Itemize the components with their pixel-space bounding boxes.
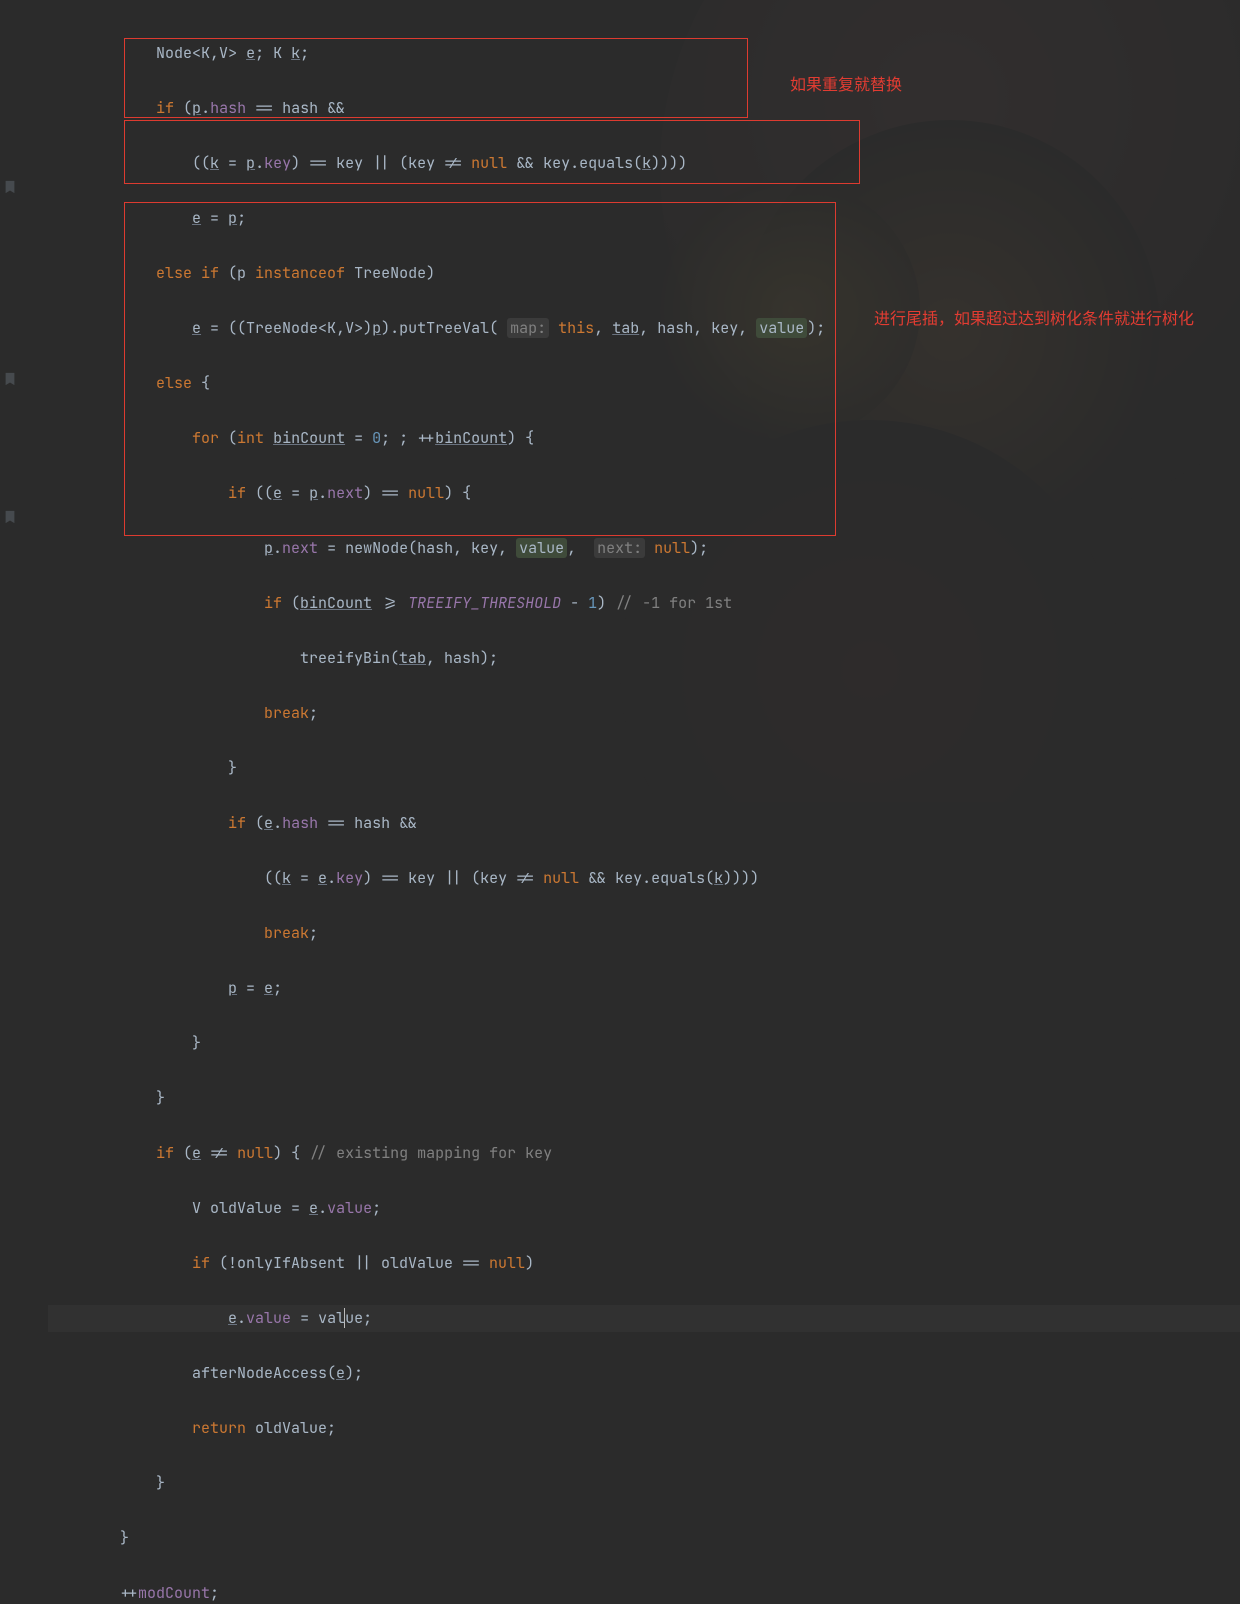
code-line: for (int binCount = 0; ; ++binCount) { (48, 425, 1240, 453)
code-line: ++modCount; (48, 1580, 1240, 1604)
code-line: if (p.hash == hash && (48, 95, 1240, 123)
code-editor[interactable]: Node<K,V> e; K k; if (p.hash == hash && … (0, 0, 1240, 1604)
code-line: if (binCount >= TREEIFY_THRESHOLD - 1) /… (48, 590, 1240, 618)
code-line: } (48, 1030, 1240, 1058)
code-line: if (e.hash == hash && (48, 810, 1240, 838)
code-line: e = p; (48, 205, 1240, 233)
code-line: V oldValue = e.value; (48, 1195, 1240, 1223)
code-line: else { (48, 370, 1240, 398)
code-line: if (!onlyIfAbsent || oldValue == null) (48, 1250, 1240, 1278)
code-line: p.next = newNode(hash, key, value, next:… (48, 535, 1240, 563)
annotation-text-2: 进行尾插，如果超过达到树化条件就进行树化 (874, 306, 1204, 328)
code-line: } (48, 1470, 1240, 1498)
code-line: treeifyBin(tab, hash); (48, 645, 1240, 673)
code-line-caret: e.value = value; (48, 1305, 1240, 1333)
annotation-text-1: 如果重复就替换 (790, 72, 990, 94)
code-line: else if (p instanceof TreeNode) (48, 260, 1240, 288)
code-line: afterNodeAccess(e); (48, 1360, 1240, 1388)
code-line: if ((e = p.next) == null) { (48, 480, 1240, 508)
code-line: break; (48, 920, 1240, 948)
code-line: ((k = p.key) == key || (key != null && k… (48, 150, 1240, 178)
code-line: return oldValue; (48, 1415, 1240, 1443)
code-line: break; (48, 700, 1240, 728)
code-line: p = e; (48, 975, 1240, 1003)
code-line: Node<K,V> e; K k; (48, 40, 1240, 68)
code-line: if (e != null) { // existing mapping for… (48, 1140, 1240, 1168)
code-line: } (48, 755, 1240, 783)
code-line: ((k = e.key) == key || (key != null && k… (48, 865, 1240, 893)
code-line: } (48, 1525, 1240, 1553)
code-line: } (48, 1085, 1240, 1113)
